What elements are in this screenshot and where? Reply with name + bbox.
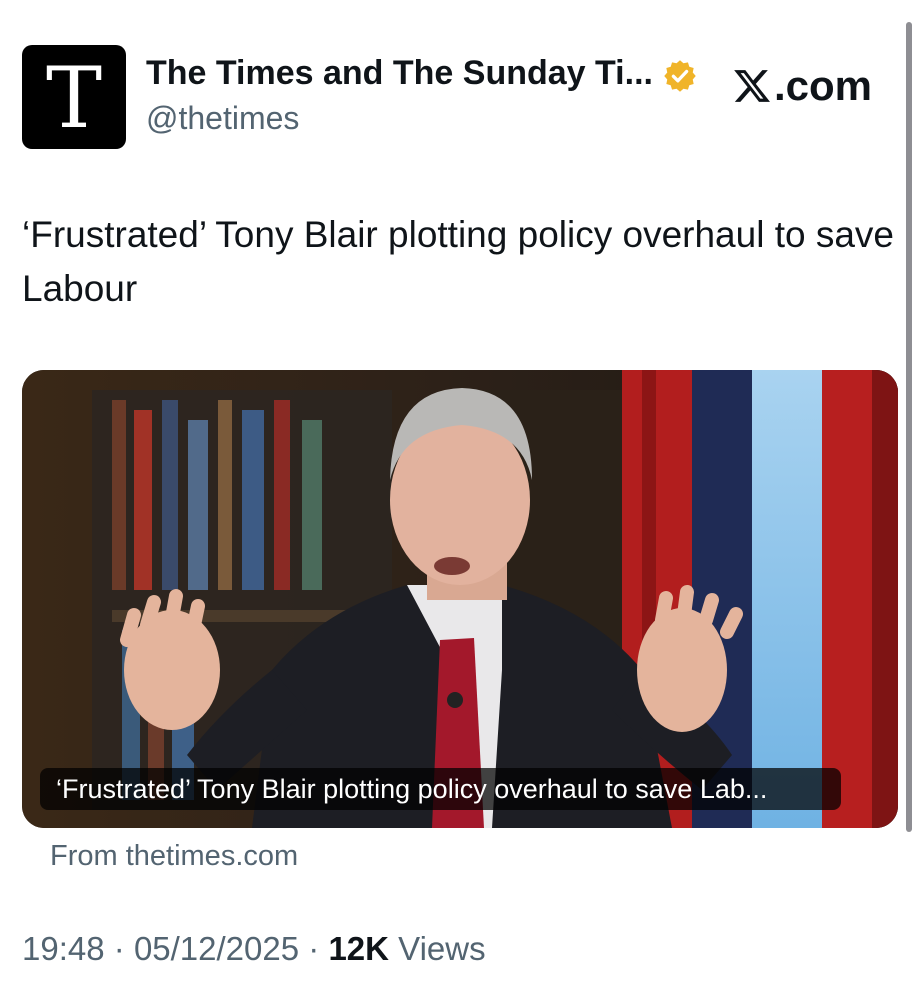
tweet-text: ‘Frustrated’ Tony Blair plotting policy … [22, 214, 894, 309]
article-photo [22, 370, 898, 828]
avatar-initial: T [45, 49, 103, 147]
card-caption: ‘Frustrated’ Tony Blair plotting policy … [40, 768, 841, 810]
x-logo-icon [734, 70, 770, 102]
account-avatar[interactable]: T [22, 45, 126, 149]
tweet-time: 19:48 [22, 930, 105, 967]
views-label: Views [398, 930, 486, 967]
tweet-date: 05/12/2025 [133, 930, 300, 967]
account-handle[interactable]: @thetimes [146, 100, 299, 137]
scrollbar[interactable] [906, 22, 912, 832]
x-watermark: .com [732, 60, 872, 112]
verified-badge-icon [664, 60, 696, 92]
link-card-image[interactable] [22, 370, 898, 828]
x-domain-text: .com [774, 62, 873, 109]
meta-separator: · [308, 930, 320, 967]
source-link[interactable]: From thetimes.com [50, 840, 298, 873]
meta-separator: · [113, 930, 125, 967]
account-name[interactable]: The Times and The Sunday Ti... [146, 54, 653, 93]
views-count: 12K [328, 930, 389, 967]
tweet-meta: 19:48 · 05/12/2025 · 12K Views [22, 930, 486, 968]
